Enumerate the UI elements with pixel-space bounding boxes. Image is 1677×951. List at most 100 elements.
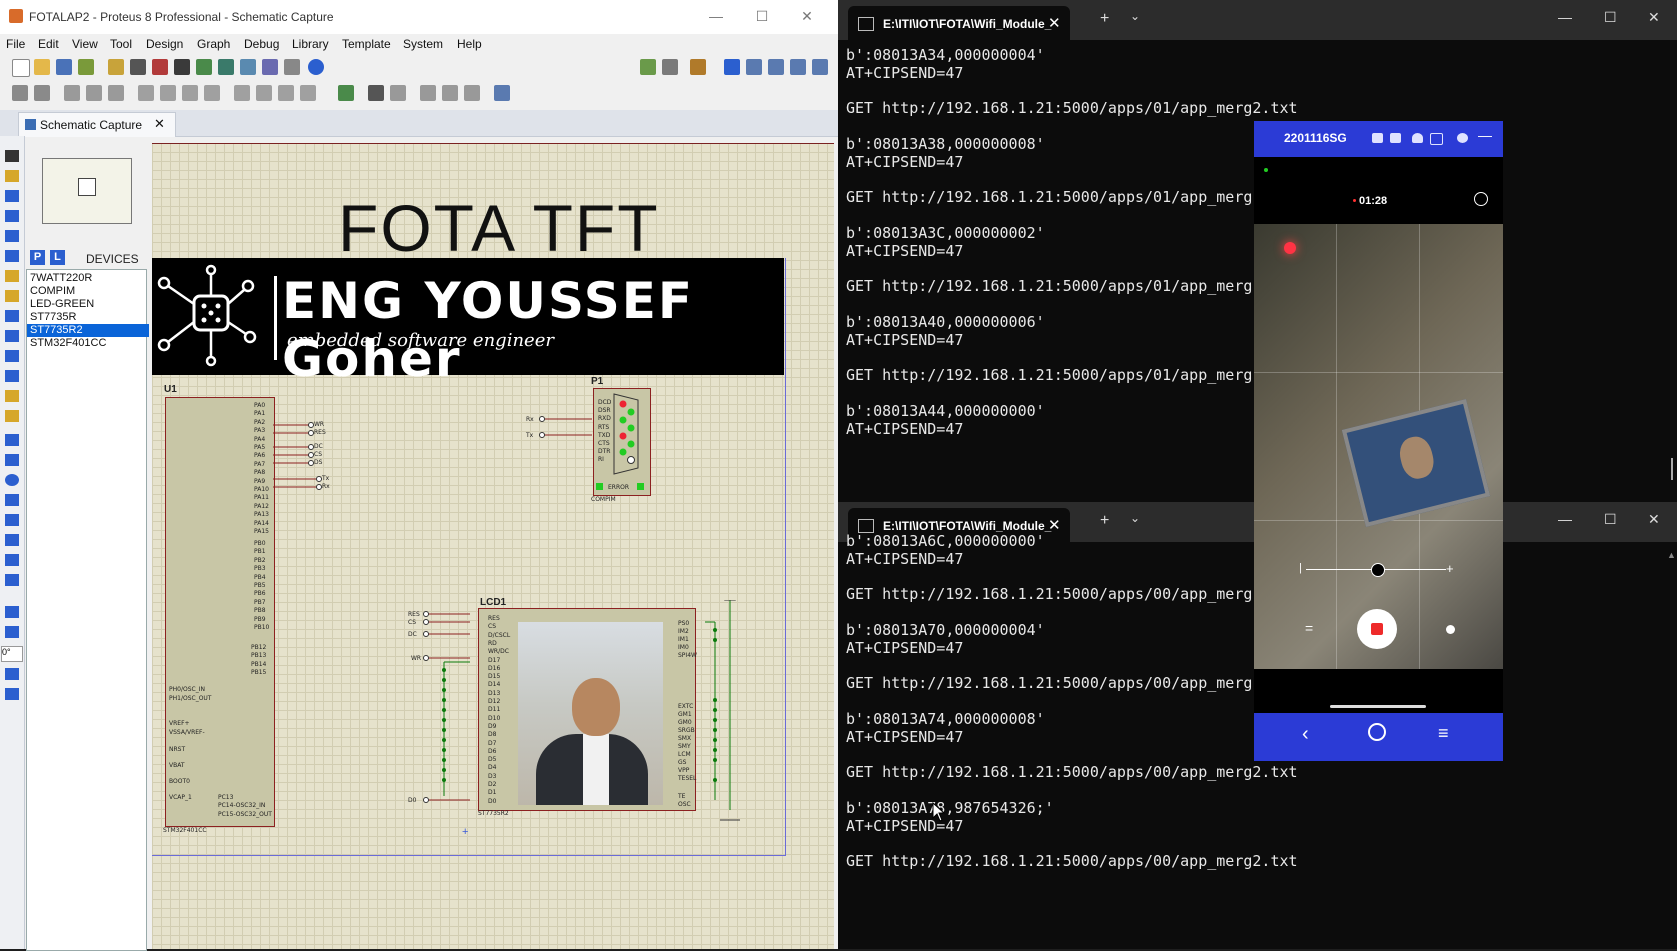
stop-recording-button[interactable] <box>1357 609 1397 649</box>
zoom-area-icon[interactable] <box>812 59 828 75</box>
video-icon[interactable] <box>1390 133 1401 143</box>
device-item-selected[interactable]: ST7735R2 <box>27 324 149 337</box>
block-delete-icon[interactable] <box>204 85 220 101</box>
rotation-angle-field[interactable]: 0° <box>1 646 23 662</box>
box-icon[interactable] <box>5 454 19 466</box>
close-icon[interactable]: ✕ <box>1648 511 1660 528</box>
copy-icon[interactable] <box>86 85 102 101</box>
selection-mode-icon[interactable] <box>5 150 19 162</box>
menu-help[interactable]: Help <box>457 37 482 51</box>
menu-library[interactable]: Library <box>292 37 329 51</box>
undo-icon[interactable] <box>12 85 28 101</box>
terminals-icon[interactable] <box>5 290 19 302</box>
rotate-anticlockwise-icon[interactable] <box>5 626 19 638</box>
maximize-icon[interactable]: ☐ <box>1604 511 1617 528</box>
device-item[interactable]: COMPIM <box>27 285 149 298</box>
bom-icon[interactable] <box>218 59 234 75</box>
device-item[interactable]: ST7735R <box>27 311 149 324</box>
generator-icon[interactable] <box>5 370 19 382</box>
pcb-icon[interactable] <box>152 59 168 75</box>
back-icon[interactable]: ‹ <box>1302 723 1309 746</box>
instruments-icon[interactable] <box>5 410 19 422</box>
menu-icon[interactable]: = <box>1305 620 1313 636</box>
menu-view[interactable]: View <box>72 37 98 51</box>
marker-icon[interactable] <box>5 574 19 586</box>
gerber-icon[interactable] <box>174 59 190 75</box>
minimize-icon[interactable]: — <box>1558 511 1572 527</box>
device-item[interactable]: LED-GREEN <box>27 298 149 311</box>
zoom-in-icon[interactable]: + <box>1446 561 1454 576</box>
home-icon[interactable] <box>108 59 124 75</box>
source-code-icon[interactable] <box>262 59 278 75</box>
mirror-y-icon[interactable] <box>5 688 19 700</box>
close-tab-icon[interactable]: ✕ <box>154 116 165 132</box>
open-folder-icon[interactable] <box>34 59 50 75</box>
origin-icon[interactable] <box>690 59 706 75</box>
zoom-in-icon[interactable] <box>746 59 762 75</box>
save-icon[interactable] <box>56 59 72 75</box>
circle-icon[interactable] <box>5 474 19 486</box>
schematic-icon[interactable] <box>130 59 146 75</box>
new-sheet-icon[interactable] <box>420 85 436 101</box>
close-tab-icon[interactable]: ✕ <box>1048 516 1061 534</box>
pause-icon[interactable] <box>1474 192 1488 206</box>
arc-icon[interactable] <box>5 494 19 506</box>
tape-recorder-icon[interactable] <box>5 350 19 362</box>
junction-icon[interactable] <box>5 190 19 202</box>
device-item[interactable]: 7WATT220R <box>27 272 149 285</box>
exit-parent-icon[interactable] <box>464 85 480 101</box>
graph-icon[interactable] <box>5 330 19 342</box>
menu-template[interactable]: Template <box>342 37 391 51</box>
block-rotate-icon[interactable] <box>182 85 198 101</box>
minimize-icon[interactable]: — <box>1478 127 1492 143</box>
device-item[interactable]: STM32F401CC <box>27 337 149 350</box>
menu-debug[interactable]: Debug <box>244 37 279 51</box>
text-icon[interactable] <box>5 534 19 546</box>
menu-graph[interactable]: Graph <box>197 37 230 51</box>
line-icon[interactable] <box>5 434 19 446</box>
remove-sheet-icon[interactable] <box>442 85 458 101</box>
home-icon[interactable] <box>1368 723 1386 741</box>
home-indicator[interactable] <box>1330 705 1426 708</box>
menu-file[interactable]: File <box>6 37 25 51</box>
package-tool-icon[interactable] <box>278 85 294 101</box>
refresh-icon[interactable] <box>640 59 656 75</box>
close-tab-icon[interactable]: ✕ <box>1048 14 1061 32</box>
headphones-icon[interactable] <box>1412 133 1423 143</box>
menu-edit[interactable]: Edit <box>38 37 59 51</box>
mirror-x-icon[interactable] <box>5 668 19 680</box>
menu-system[interactable]: System <box>403 37 443 51</box>
close-icon[interactable]: ✕ <box>1648 9 1660 26</box>
cut-icon[interactable] <box>64 85 80 101</box>
pick-devices-button[interactable]: P <box>30 250 45 265</box>
paste-icon[interactable] <box>108 85 124 101</box>
scroll-up-icon[interactable]: ▲ <box>1667 550 1676 560</box>
zoom-out-icon[interactable] <box>768 59 784 75</box>
minimize-icon[interactable]: — <box>1558 9 1572 25</box>
library-manager-button[interactable]: L <box>50 250 65 265</box>
rotate-clockwise-icon[interactable] <box>5 606 19 618</box>
notes-icon[interactable] <box>284 59 300 75</box>
zoom-slider-thumb[interactable] <box>1371 563 1385 577</box>
property-tool-icon[interactable] <box>390 85 406 101</box>
decompose-icon[interactable] <box>300 85 316 101</box>
block-move-icon[interactable] <box>160 85 176 101</box>
text-script-icon[interactable] <box>5 230 19 242</box>
symbol-icon[interactable] <box>5 554 19 566</box>
scrollbar-thumb[interactable] <box>1671 458 1673 480</box>
buses-icon[interactable] <box>5 250 19 262</box>
wire-autorouter-icon[interactable] <box>338 85 354 101</box>
pan-icon[interactable] <box>724 59 740 75</box>
new-tab-icon[interactable]: + <box>1100 512 1109 530</box>
tab-schematic-capture[interactable]: Schematic Capture ✕ <box>18 112 176 137</box>
overview-window[interactable] <box>42 158 132 224</box>
fullscreen-icon[interactable] <box>1430 133 1443 145</box>
path-icon[interactable] <box>5 514 19 526</box>
new-tab-icon[interactable]: + <box>1100 10 1109 28</box>
new-file-icon[interactable] <box>12 59 30 77</box>
pick-parts-icon[interactable] <box>234 85 250 101</box>
capture-icon[interactable] <box>1446 625 1455 634</box>
chevron-down-icon[interactable]: ⌄ <box>1130 511 1140 525</box>
zoom-out-icon[interactable]: | <box>1299 562 1302 574</box>
close-icon[interactable]: ✕ <box>797 6 817 26</box>
